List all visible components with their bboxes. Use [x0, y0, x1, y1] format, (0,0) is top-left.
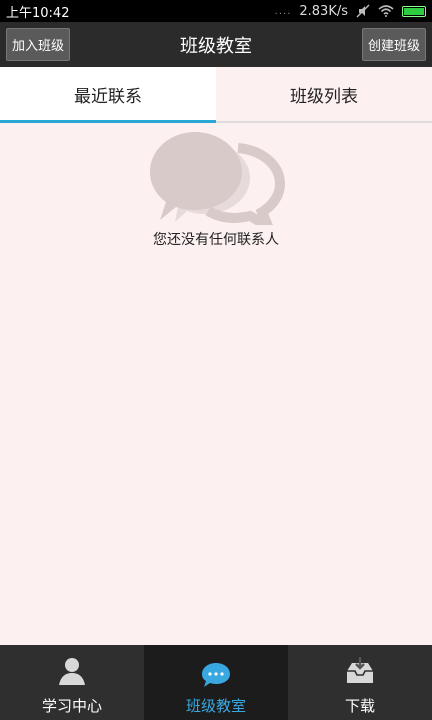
nav-label: 学习中心: [41, 697, 102, 715]
chat-bubbles-icon: [150, 132, 285, 225]
status-time: 上午10:42: [6, 5, 70, 21]
status-bar: 上午10:42 .... 2.83K/s: [0, 0, 432, 22]
download-box-icon: [347, 657, 373, 683]
empty-state: 您还没有任何联系人: [0, 125, 432, 645]
chat-icon: [202, 663, 230, 687]
title-bar: 加入班级 班级教室 创建班级: [0, 22, 432, 67]
nav-learning-center[interactable]: 学习中心: [0, 645, 144, 720]
tab-class-list[interactable]: 班级列表: [216, 67, 432, 121]
status-icons: .... 2.83K/s: [275, 4, 426, 19]
tab-bar: 最近联系 班级列表: [0, 67, 432, 123]
battery-icon: [402, 5, 426, 17]
tab-recent-contacts[interactable]: 最近联系: [0, 67, 216, 123]
nav-label: 班级教室: [185, 697, 246, 715]
bottom-nav: 学习中心 班级教室 下载: [0, 645, 432, 720]
network-speed: 2.83K/s: [299, 3, 348, 19]
page-title: 班级教室: [180, 35, 252, 57]
mute-icon: [356, 4, 370, 18]
signal-dots: ....: [274, 5, 292, 17]
create-class-button[interactable]: 创建班级: [362, 28, 426, 61]
join-class-button[interactable]: 加入班级: [6, 28, 70, 61]
nav-download[interactable]: 下载: [288, 645, 432, 720]
nav-label: 下载: [344, 697, 375, 715]
empty-message: 您还没有任何联系人: [153, 232, 279, 248]
user-icon: [59, 658, 85, 685]
wifi-icon: [378, 5, 394, 17]
nav-class-room[interactable]: 班级教室: [144, 645, 288, 720]
